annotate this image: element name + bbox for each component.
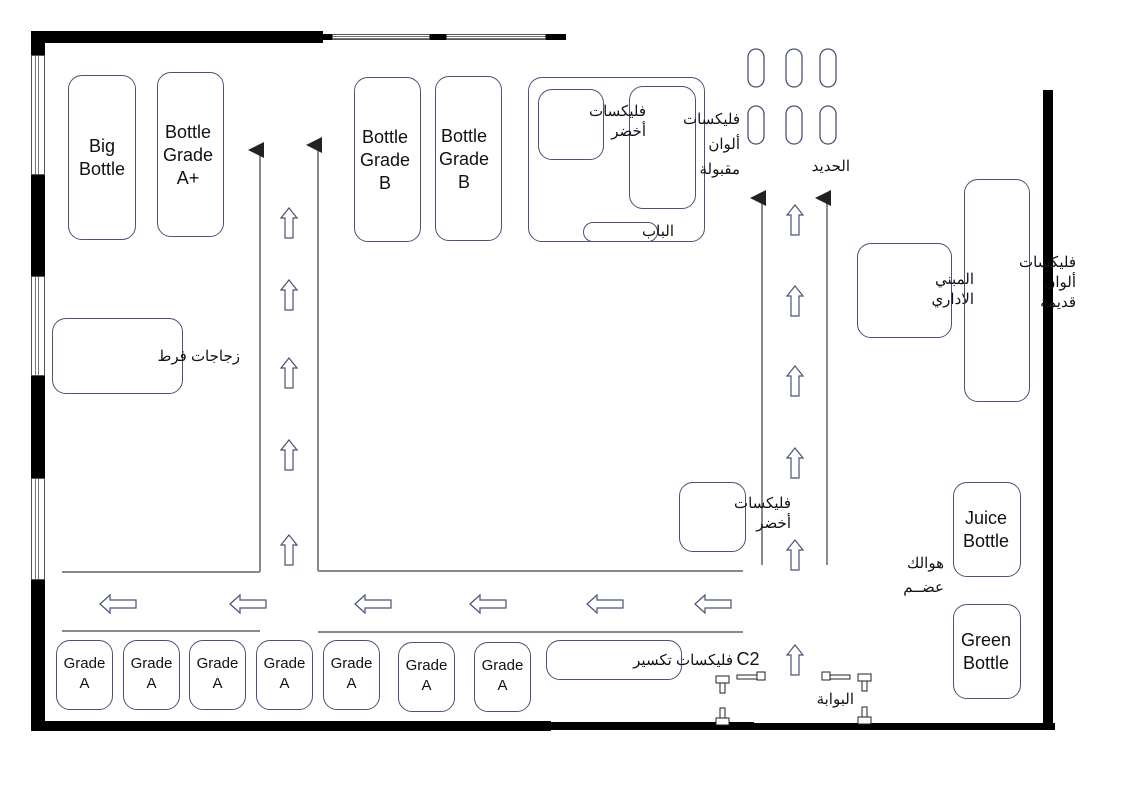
flow-arrow-left-icon xyxy=(229,593,267,615)
label-grade-a: Grade A xyxy=(196,655,239,692)
iron-pillars xyxy=(747,48,837,145)
label-bottle-grade-b-1: Bottle Grade B xyxy=(359,127,411,193)
flow-arrow-up-icon xyxy=(785,644,805,676)
flow-arrow-up-icon xyxy=(279,279,299,311)
flow-arrow-left-icon xyxy=(694,593,732,615)
flow-arrow-left-icon xyxy=(99,593,137,615)
label-bottle-grade-a-plus: Bottle Grade A+ xyxy=(162,122,214,188)
label-grade-a: Grade A xyxy=(481,657,524,694)
flow-arrow-up-icon xyxy=(279,207,299,239)
flow-arrow-up-icon xyxy=(785,204,805,236)
label-scrap: هوالك عضــم xyxy=(903,555,944,596)
label-grade-a: Grade A xyxy=(130,655,173,692)
label-flakes-crushing: فليكسات تكسير xyxy=(633,652,733,669)
label-grade-a: Grade A xyxy=(263,655,306,692)
label-iron: الحديد xyxy=(811,158,850,175)
label-flakes-green-top: فليكسات أخضر xyxy=(588,103,646,140)
label-gate: البوابة xyxy=(816,691,854,708)
flow-arrow-up-icon xyxy=(785,285,805,317)
flow-arrow-up-icon xyxy=(279,439,299,471)
flow-arrow-up-icon xyxy=(785,365,805,397)
label-bottle-grade-b-2: Bottle Grade B xyxy=(438,126,490,192)
flow-arrow-up-icon xyxy=(279,534,299,566)
label-grade-a: Grade A xyxy=(405,657,448,694)
flow-arrow-up-icon xyxy=(785,447,805,479)
label-juice-bottle: Juice Bottle xyxy=(962,508,1010,551)
label-big-bottle: Big Bottle xyxy=(78,136,126,179)
flow-arrow-left-icon xyxy=(469,593,507,615)
label-flakes-green-bottom: فليكسات أخضر xyxy=(733,495,791,532)
flow-arrow-up-icon xyxy=(279,357,299,389)
flow-arrow-up-icon xyxy=(785,539,805,571)
label-flakes-old-colors: فليكسات ألوان قديمة xyxy=(1018,254,1076,311)
label-green-bottle: Green Bottle xyxy=(960,630,1012,673)
flow-arrow-left-icon xyxy=(586,593,624,615)
label-door: الباب xyxy=(642,223,674,240)
label-flakes-accepted-colors: فليكسات ألوان مقبولة xyxy=(682,111,740,178)
label-grade-a: Grade A xyxy=(63,655,106,692)
label-extra-glass: زجاجات فرط xyxy=(157,348,240,365)
label-grade-a: Grade A xyxy=(330,655,373,692)
flow-arrow-left-icon xyxy=(354,593,392,615)
label-c2: C2 xyxy=(736,649,760,669)
